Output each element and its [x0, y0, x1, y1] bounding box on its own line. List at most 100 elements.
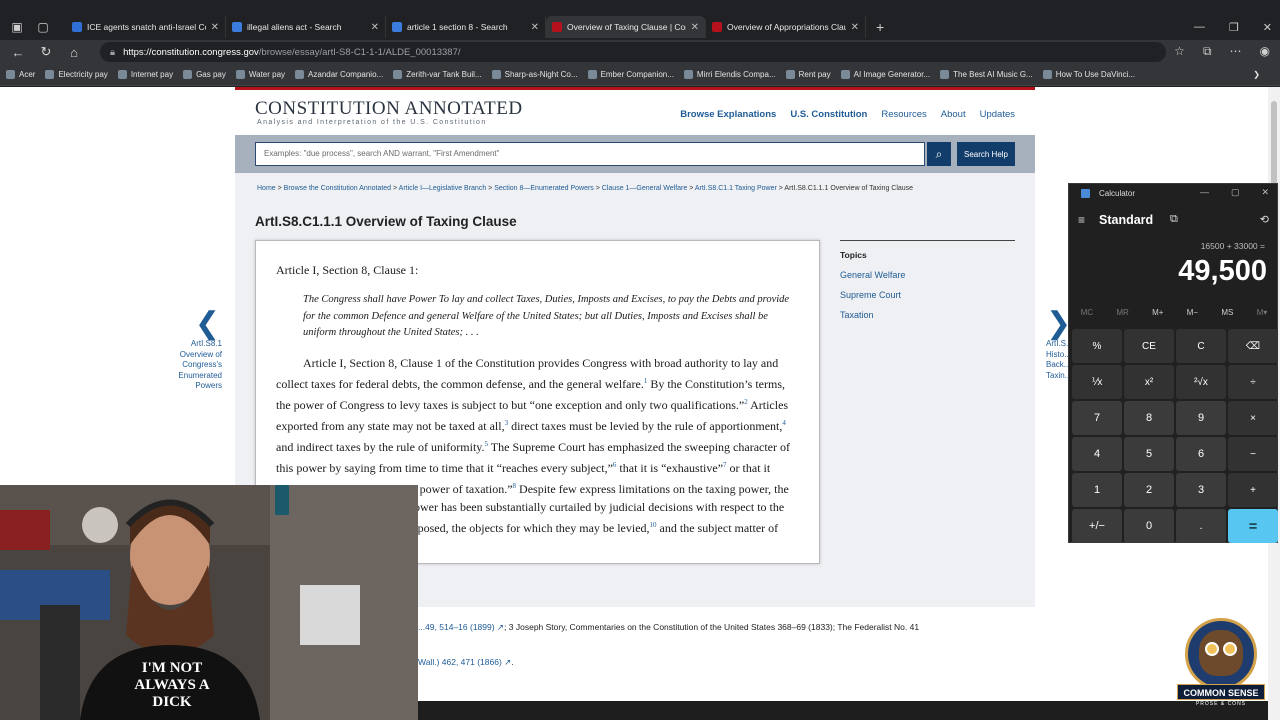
calculator-key[interactable]: .	[1176, 509, 1226, 543]
calculator-key[interactable]: 1	[1072, 473, 1122, 507]
footnote-link[interactable]: Wall.) 462, 471 (1866)	[418, 657, 502, 667]
calculator-key[interactable]: 8	[1124, 401, 1174, 435]
calculator-key[interactable]: x²	[1124, 365, 1174, 399]
bookmark-item[interactable]: Water pay	[235, 70, 285, 79]
minimize-icon[interactable]: —	[1194, 21, 1205, 33]
topics-heading: Topics	[840, 250, 867, 260]
calculator-key[interactable]: ⌫	[1228, 329, 1278, 363]
calculator-key[interactable]: CE	[1124, 329, 1174, 363]
calculator-key[interactable]: 3	[1176, 473, 1226, 507]
bookmark-item[interactable]: Gas pay	[183, 70, 226, 79]
site-nav-item[interactable]: Resources	[881, 109, 926, 120]
bookmark-item[interactable]: Electricity pay	[45, 70, 108, 79]
browser-tab[interactable]: Overview of Appropriations Claus ✕	[706, 16, 866, 38]
previous-essay-link[interactable]: ❮ ArtI.S8.1 Overview of Congress's Enume…	[170, 309, 222, 392]
refresh-icon[interactable]: ↻	[32, 44, 60, 60]
favorite-star-icon[interactable]: ☆	[1174, 44, 1185, 59]
new-tab-icon[interactable]: +	[876, 19, 884, 35]
search-button[interactable]: ⌕	[927, 142, 951, 166]
calculator-key[interactable]: 6	[1176, 437, 1226, 471]
bookmarks-overflow-icon[interactable]: ❯	[1253, 70, 1260, 79]
bookmark-item[interactable]: The Best AI Music G...	[940, 70, 1033, 79]
site-search-input[interactable]: Examples: "due process", search AND warr…	[255, 142, 925, 166]
back-icon[interactable]: ←	[4, 45, 32, 60]
bookmark-item[interactable]: Azandar Companio...	[295, 70, 383, 79]
footnote-ref[interactable]: 10	[650, 521, 657, 529]
extensions-icon[interactable]: ⧉	[1203, 44, 1212, 59]
memory-button[interactable]: M+	[1152, 308, 1163, 317]
breadcrumb-item[interactable]: Home	[257, 185, 276, 192]
calculator-key[interactable]: 9	[1176, 401, 1226, 435]
calculator-key[interactable]: C	[1176, 329, 1226, 363]
calculator-key[interactable]: +	[1228, 473, 1278, 507]
bookmark-item[interactable]: Acer	[6, 70, 35, 79]
site-nav-item[interactable]: Updates	[980, 109, 1015, 120]
calculator-key[interactable]: 0	[1124, 509, 1174, 543]
site-nav-item[interactable]: Browse Explanations	[680, 109, 776, 120]
browser-tab[interactable]: Overview of Taxing Clause | Const ✕	[546, 16, 706, 38]
topic-link[interactable]: General Welfare	[840, 270, 1015, 280]
breadcrumb-item[interactable]: Clause 1—General Welfare	[602, 185, 687, 192]
close-tab-icon[interactable]: ✕	[211, 22, 219, 33]
browser-tab[interactable]: ICE agents snatch anti-Israel Colu ✕	[66, 16, 226, 38]
bookmark-item[interactable]: Mirri Elendis Compa...	[683, 70, 776, 79]
bookmark-item[interactable]: Rent pay	[785, 70, 831, 79]
bookmark-item[interactable]: Internet pay	[117, 70, 173, 79]
search-help-button[interactable]: Search Help	[957, 142, 1015, 166]
calculator-key[interactable]: 5	[1124, 437, 1174, 471]
address-bar[interactable]: 🔒︎ https://constitution.congress.gov/bro…	[100, 42, 1166, 62]
calculator-key[interactable]: ×	[1228, 401, 1278, 435]
memory-button[interactable]: MR	[1116, 308, 1128, 317]
browser-tab[interactable]: illegal aliens act - Search ✕	[226, 16, 386, 38]
footnote-link[interactable]: ...49, 514–16 (1899)	[418, 622, 495, 632]
calculator-key[interactable]: 4	[1072, 437, 1122, 471]
breadcrumb-item[interactable]: ArtI.S8.C1.1 Taxing Power	[695, 185, 777, 192]
bookmark-item[interactable]: Ember Companion...	[587, 70, 674, 79]
close-window-icon[interactable]: ✕	[1263, 21, 1272, 34]
footnote-ref[interactable]: 4	[782, 419, 786, 427]
bookmark-item[interactable]: AI Image Generator...	[840, 70, 930, 79]
calculator-key[interactable]: −	[1228, 437, 1278, 471]
calculator-key[interactable]: %	[1072, 329, 1122, 363]
close-window-icon[interactable]: ✕	[1261, 187, 1269, 198]
minimize-icon[interactable]: —	[1200, 187, 1209, 198]
settings-menu-icon[interactable]: ⋯	[1230, 44, 1242, 59]
keep-on-top-icon[interactable]: ⧉	[1170, 213, 1178, 226]
browser-tab[interactable]: article 1 section 8 - Search ✕	[386, 16, 546, 38]
breadcrumb-item[interactable]: Section 8—Enumerated Powers	[494, 185, 594, 192]
bookmark-icon	[491, 70, 501, 79]
calculator-key[interactable]: ÷	[1228, 365, 1278, 399]
history-icon[interactable]: ⟲	[1260, 213, 1269, 226]
bookmark-item[interactable]: How To Use DaVinci...	[1042, 70, 1135, 79]
close-tab-icon[interactable]: ✕	[531, 22, 539, 33]
restore-icon[interactable]: ▢	[1231, 187, 1240, 198]
tab-actions-icon[interactable]: ▢	[34, 18, 52, 36]
site-nav-item[interactable]: U.S. Constitution	[790, 109, 867, 120]
bookmark-item[interactable]: Zerith-var Tank Buil...	[393, 70, 482, 79]
calculator-key[interactable]: 7	[1072, 401, 1122, 435]
site-logo-title[interactable]: CONSTITUTION ANNOTATED	[255, 98, 523, 120]
calculator-key[interactable]: ⅟x	[1072, 365, 1122, 399]
calculator-key[interactable]: 2	[1124, 473, 1174, 507]
topic-link[interactable]: Taxation	[840, 310, 1015, 320]
bookmark-item[interactable]: Sharp-as-Night Co...	[491, 70, 578, 79]
home-icon[interactable]: ⌂	[60, 45, 88, 60]
memory-button[interactable]: M−	[1187, 308, 1198, 317]
memory-button[interactable]: MS	[1221, 308, 1233, 317]
copilot-icon[interactable]: ◉	[1260, 44, 1270, 59]
calculator-key[interactable]: =	[1228, 509, 1278, 543]
calculator-key[interactable]: +/−	[1072, 509, 1122, 543]
memory-button[interactable]: MC	[1081, 308, 1093, 317]
memory-button[interactable]: M▾	[1257, 308, 1268, 317]
hamburger-menu-icon[interactable]: ≡	[1078, 213, 1085, 227]
close-tab-icon[interactable]: ✕	[691, 22, 699, 33]
breadcrumb-item[interactable]: Article I—Legislative Branch	[399, 185, 487, 192]
site-nav-item[interactable]: About	[941, 109, 966, 120]
restore-icon[interactable]: ❐	[1229, 21, 1239, 34]
workspaces-icon[interactable]: ▣	[8, 18, 26, 36]
close-tab-icon[interactable]: ✕	[851, 22, 859, 33]
calculator-key[interactable]: ²√x	[1176, 365, 1226, 399]
topic-link[interactable]: Supreme Court	[840, 290, 1015, 300]
breadcrumb-item[interactable]: Browse the Constitution Annotated	[284, 185, 391, 192]
close-tab-icon[interactable]: ✕	[371, 22, 379, 33]
